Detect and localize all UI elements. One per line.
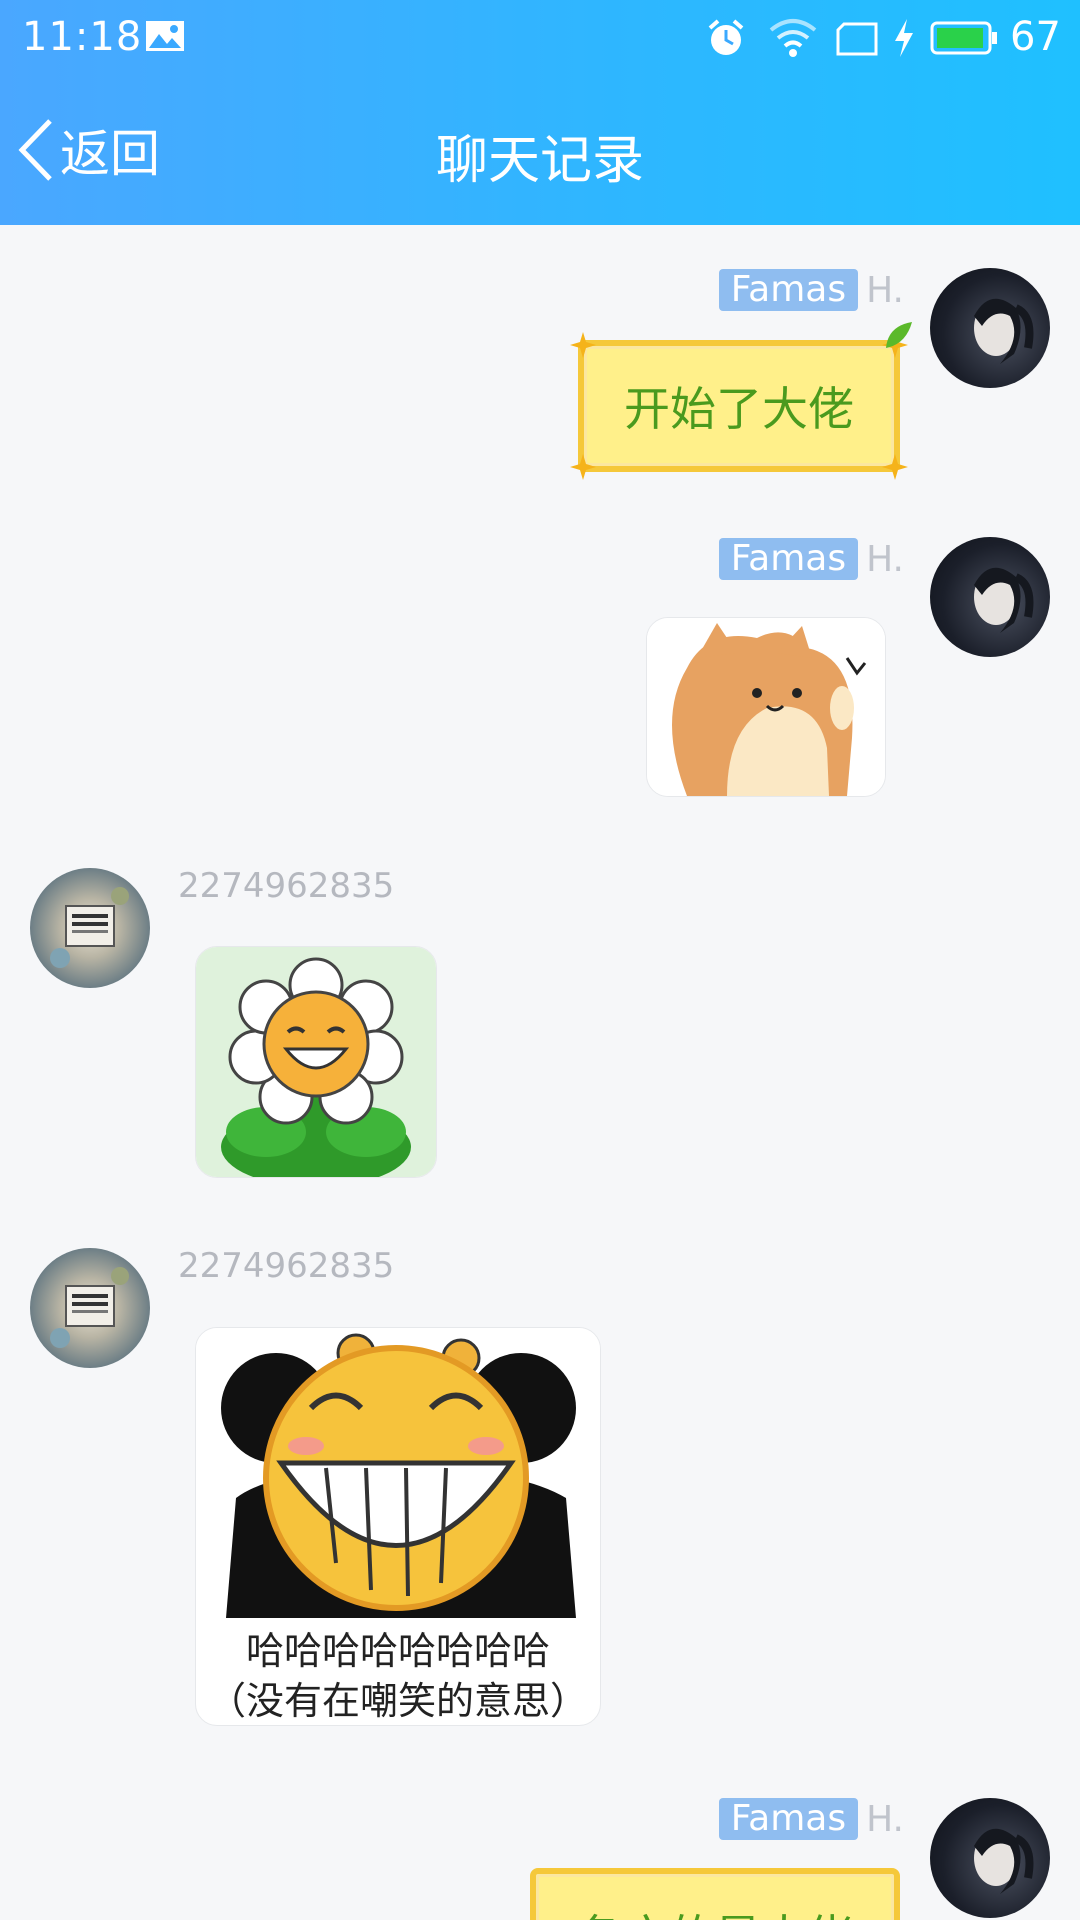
sender-label: Famas H. xyxy=(718,1797,904,1841)
leaf-icon xyxy=(886,322,912,348)
avatar-album-art-icon xyxy=(50,887,129,968)
sticker-image[interactable] xyxy=(195,946,437,1178)
sticker-caption-line2: （没有在嘲笑的意思） xyxy=(207,1679,588,1723)
status-bar: 11:18 67 xyxy=(0,0,1080,80)
decor-star-icon xyxy=(570,454,596,480)
avatar[interactable] xyxy=(30,868,150,988)
sender-id: 2274962835 xyxy=(178,866,395,906)
sender-label: Famas H. xyxy=(718,537,904,581)
sticker-image[interactable] xyxy=(646,617,886,797)
shiba-dog-sticker-icon xyxy=(647,618,885,796)
message-bubble[interactable]: 各方的是大佬 xyxy=(530,1868,900,1920)
app-header: 11:18 67 返回 聊天记录 xyxy=(0,0,1080,225)
avatar-portrait-icon xyxy=(974,298,1034,364)
screen-cast-icon xyxy=(836,22,878,56)
sender-tag: Famas xyxy=(718,1798,859,1840)
sender-suffix: H. xyxy=(866,1798,904,1840)
wifi-icon xyxy=(769,19,817,57)
page-title: 聊天记录 xyxy=(435,131,644,191)
sender-id: 2274962835 xyxy=(178,1246,395,1286)
laughing-panda-sticker-icon xyxy=(196,1328,600,1628)
alarm-icon xyxy=(708,19,744,55)
sender-suffix: H. xyxy=(866,269,904,311)
decor-star-icon xyxy=(882,454,908,480)
image-notification-icon xyxy=(146,21,184,51)
message-bubble[interactable]: 开始了大佬 xyxy=(570,322,912,480)
battery-icon xyxy=(930,21,997,55)
avatar-portrait-icon xyxy=(974,567,1034,633)
sticker-caption-line1: 哈哈哈哈哈哈哈哈 xyxy=(245,1629,550,1673)
sender-tag: Famas xyxy=(718,538,859,580)
smiling-flower-sticker-icon xyxy=(196,947,436,1177)
decor-star-icon xyxy=(570,332,596,358)
status-time: 11:18 xyxy=(22,14,143,60)
avatar[interactable] xyxy=(30,1248,150,1368)
sender-tag: Famas xyxy=(718,269,859,311)
sender-suffix: H. xyxy=(866,538,904,580)
sender-label: Famas H. xyxy=(718,268,904,312)
charging-icon xyxy=(895,19,913,57)
avatar[interactable] xyxy=(930,537,1050,657)
battery-level: 67 xyxy=(1010,14,1061,60)
message-text: 开始了大佬 xyxy=(624,382,854,436)
message-text: 各方的是大佬 xyxy=(577,1901,853,1920)
sticker-image[interactable]: 哈哈哈哈哈哈哈哈 （没有在嘲笑的意思） xyxy=(195,1327,601,1726)
avatar-album-art-icon xyxy=(50,1267,129,1348)
clip-region: 各方的是大佬 xyxy=(0,1860,1080,1920)
avatar[interactable] xyxy=(930,268,1050,388)
